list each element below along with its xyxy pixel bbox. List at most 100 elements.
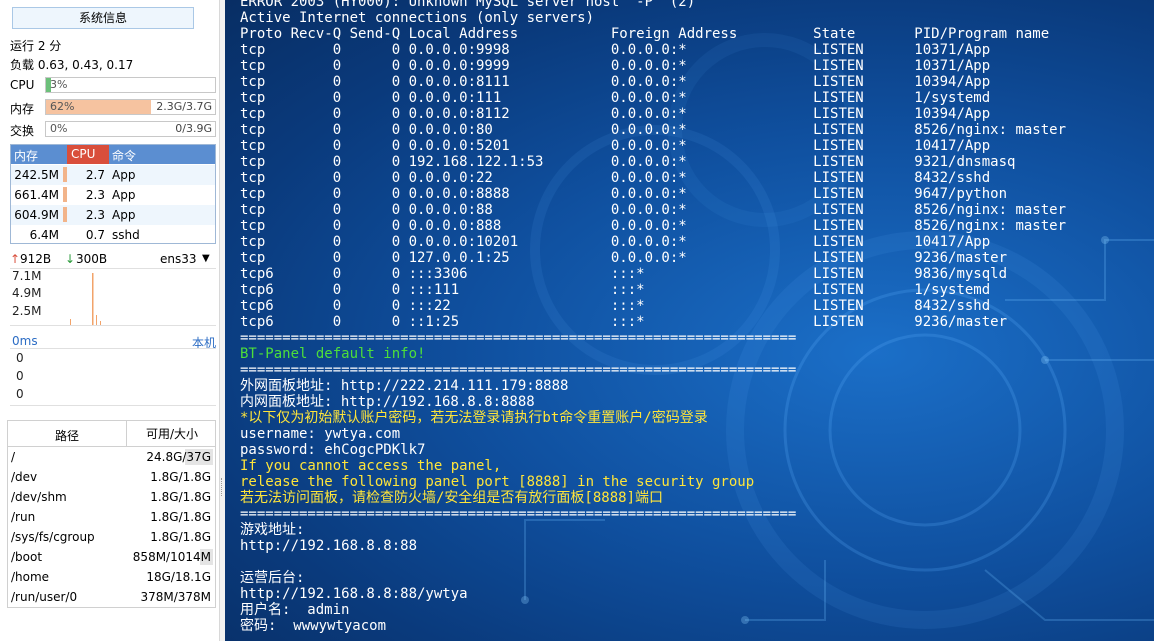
terminal-line: release the following panel port [8888] …	[240, 474, 755, 490]
process-cpu: 2.3	[85, 188, 105, 202]
terminal-line: tcp6 0 0 :::3306 :::* LISTEN 9836/mysqld	[240, 266, 1008, 282]
disk-size: 24.8G/37G	[146, 450, 211, 464]
terminal-line: http://192.168.8.8:88/ywtya	[240, 586, 468, 602]
terminal-line: tcp 0 0 0.0.0.0:88 0.0.0.0:* LISTEN 8526…	[240, 202, 1067, 218]
disk-row[interactable]: / 24.8G/37G	[8, 447, 215, 467]
process-memory: 604.9M	[14, 208, 59, 222]
disk-path: /run/user/0	[11, 590, 78, 604]
disk-row[interactable]: /home 18G/18.1G	[8, 567, 215, 587]
terminal-line: 运营后台:	[240, 570, 305, 586]
process-table-header: 内存 CPU 命令	[11, 145, 215, 164]
terminal-line: ERROR 2003 (HY000): Unknown MySQL server…	[240, 0, 696, 10]
disk-row[interactable]: /boot 858M/1014M	[8, 547, 215, 567]
network-interface-select[interactable]: ens33	[160, 252, 197, 266]
process-memory: 242.5M	[14, 168, 59, 182]
column-header-memory[interactable]: 内存	[14, 147, 38, 164]
disk-size: 858M/1014M	[132, 550, 211, 564]
terminal-line: ========================================…	[240, 362, 797, 378]
download-speed: 300B	[76, 252, 108, 266]
terminal-line: tcp 0 0 127.0.0.1:25 0.0.0.0:* LISTEN 92…	[240, 250, 1008, 266]
terminal-line: BT-Panel default info!	[240, 346, 426, 362]
disk-row[interactable]: /dev/shm 1.8G/1.8G	[8, 487, 215, 507]
system-info-sidebar: 系统信息 运行 2 分 负载 0.63, 0.43, 0.17 CPU 3% 内…	[0, 0, 220, 641]
cpu-label: CPU	[10, 78, 35, 92]
chevron-down-icon[interactable]: ▼	[202, 253, 210, 264]
terminal-line: tcp 0 0 0.0.0.0:10201 0.0.0.0:* LISTEN 1…	[240, 234, 991, 250]
terminal-line: tcp 0 0 0.0.0.0:9999 0.0.0.0:* LISTEN 10…	[240, 58, 991, 74]
terminal-line: 密码: wwwywtyacom	[240, 618, 387, 634]
memory-meter: 内存 62% 2.3G/3.7G	[10, 99, 216, 116]
terminal-line: tcp6 0 0 :::22 :::* LISTEN 8432/sshd	[240, 298, 991, 314]
process-memory: 661.4M	[14, 188, 59, 202]
terminal-line: tcp 0 0 0.0.0.0:9998 0.0.0.0:* LISTEN 10…	[240, 42, 991, 58]
memory-bar: 62% 2.3G/3.7G	[45, 99, 216, 115]
process-memory: 6.4M	[29, 228, 59, 242]
disk-row[interactable]: /run 1.8G/1.8G	[8, 507, 215, 527]
swap-value: 0/3.9G	[175, 122, 212, 135]
disk-path: /boot	[11, 550, 43, 564]
process-row[interactable]: 6.4M 0.7 sshd	[11, 225, 215, 245]
terminal-line: 外网面板地址: http://222.214.111.179:8888	[240, 378, 569, 394]
disk-size: 1.8G/1.8G	[150, 530, 211, 544]
terminal-line: tcp 0 0 0.0.0.0:80 0.0.0.0:* LISTEN 8526…	[240, 122, 1067, 138]
terminal-line: tcp6 0 0 :::111 :::* LISTEN 1/systemd	[240, 282, 991, 298]
terminal-line: tcp 0 0 0.0.0.0:8112 0.0.0.0:* LISTEN 10…	[240, 106, 991, 122]
system-info-button[interactable]: 系统信息	[12, 7, 194, 29]
memory-value: 2.3G/3.7G	[156, 100, 212, 113]
column-header-cpu[interactable]: CPU	[71, 147, 95, 161]
terminal-line: *以下仅为初始默认账户密码，若无法登录请执行bt命令重置账户/密码登录	[240, 410, 708, 426]
memory-label: 内存	[10, 102, 35, 116]
terminal-line: ========================================…	[240, 330, 797, 346]
uptime-text: 运行 2 分	[10, 39, 62, 53]
upload-arrow-icon: ↑	[10, 252, 21, 266]
memory-usage-mark	[63, 187, 67, 202]
disk-path: /	[11, 450, 16, 464]
cpu-percent: 3%	[50, 78, 68, 91]
column-header-path[interactable]: 路径	[8, 427, 126, 444]
disk-path: /dev/shm	[11, 490, 67, 504]
disk-usage-table: 路径 可用/大小 / 24.8G/37G/dev 1.8G/1.8G/dev/shm…	[7, 420, 216, 608]
memory-usage-mark	[63, 167, 67, 182]
disk-size: 1.8G/1.8G	[150, 470, 211, 484]
ping-latency: 0ms	[12, 334, 38, 348]
terminal-line: If you cannot access the panel,	[240, 458, 502, 474]
memory-percent: 62%	[50, 100, 75, 113]
process-row[interactable]: 661.4M 2.3 App	[11, 185, 215, 205]
terminal-line: tcp 0 0 0.0.0.0:8111 0.0.0.0:* LISTEN 10…	[240, 74, 991, 90]
swap-label: 交换	[10, 124, 35, 138]
disk-size: 1.8G/1.8G	[150, 490, 211, 504]
terminal-line: password: ehCogcPDKlk7	[240, 442, 426, 458]
network-traffic-graph	[70, 273, 101, 325]
terminal-line: username: ywtya.com	[240, 426, 401, 442]
disk-table-header: 路径 可用/大小	[8, 421, 215, 447]
process-row[interactable]: 242.5M 2.7 App	[11, 165, 215, 185]
terminal-output: ERROR 2003 (HY000): Unknown MySQL server…	[240, 0, 1066, 634]
terminal-line: tcp 0 0 0.0.0.0:5201 0.0.0.0:* LISTEN 10…	[240, 138, 991, 154]
terminal-line: Active Internet connections (only server…	[240, 10, 595, 26]
terminal-line: tcp 0 0 0.0.0.0:888 0.0.0.0:* LISTEN 852…	[240, 218, 1067, 234]
ssh-terminal[interactable]: ERROR 2003 (HY000): Unknown MySQL server…	[225, 0, 1154, 641]
terminal-line: tcp6 0 0 ::1:25 :::* LISTEN 9236/master	[240, 314, 1008, 330]
upload-speed: 912B	[20, 252, 52, 266]
disk-size: 378M/378M	[140, 590, 211, 604]
process-command: sshd	[112, 228, 140, 242]
process-row[interactable]: 604.9M 2.3 App	[11, 205, 215, 225]
network-header: ↑ 912B ↓ 300B ens33 ▼	[10, 252, 216, 268]
disk-row[interactable]: /sys/fs/cgroup 1.8G/1.8G	[8, 527, 215, 547]
network-traffic-chart: 7.1M 4.9M 2.5M	[10, 268, 216, 326]
disk-size: 1.8G/1.8G	[150, 510, 211, 524]
download-arrow-icon: ↓	[65, 252, 76, 266]
disk-row[interactable]: /run/user/0 378M/378M	[8, 587, 215, 607]
column-header-command[interactable]: 命令	[112, 147, 136, 164]
disk-path: /sys/fs/cgroup	[11, 530, 95, 544]
terminal-line: tcp 0 0 192.168.122.1:53 0.0.0.0:* LISTE…	[240, 154, 1016, 170]
disk-row[interactable]: /dev 1.8G/1.8G	[8, 467, 215, 487]
ping-chart: 0 0 0	[10, 348, 216, 406]
process-table: 内存 CPU 命令 242.5M 2.7 App 661.4M 2.3 App …	[10, 144, 216, 244]
swap-percent: 0%	[50, 122, 68, 135]
ping-chart-tick: 0	[16, 369, 24, 383]
splitter-grip-icon[interactable]	[221, 478, 224, 496]
swap-bar: 0% 0/3.9G	[45, 121, 216, 137]
column-header-size[interactable]: 可用/大小	[126, 421, 217, 447]
